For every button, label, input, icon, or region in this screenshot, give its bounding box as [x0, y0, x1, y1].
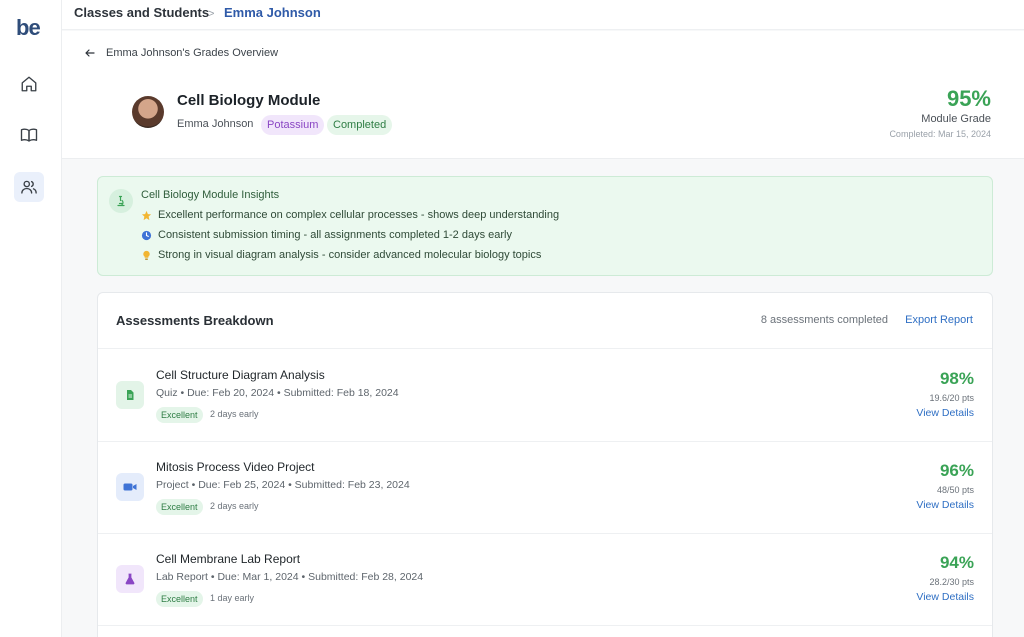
submission-timing: 2 days early	[210, 409, 259, 419]
potassium-badge: Potassium	[261, 115, 325, 135]
sidebar-item-courses[interactable]	[14, 120, 44, 150]
insights-panel: Cell Biology Module Insights Excellent p…	[97, 176, 993, 276]
assessment-points: 28.2/30 pts	[929, 577, 974, 587]
assessment-percent: 98%	[939, 369, 974, 388]
module-grade-label: Module Grade	[921, 113, 991, 125]
module-header: Emma Johnson's Grades Overview Cell Biol…	[62, 31, 1024, 159]
insight-text: Consistent submission timing - all assig…	[158, 229, 512, 241]
sidebar: be	[0, 0, 62, 637]
breadcrumb-separator: >	[208, 8, 215, 20]
assessments-header: Assessments Breakdown 8 assessments comp…	[98, 293, 992, 349]
users-icon	[21, 180, 37, 194]
assessments-count: 8 assessments completed	[760, 314, 888, 326]
assessment-points: 19.6/20 pts	[929, 393, 974, 403]
assessment-meta: Project • Due: Feb 25, 2024 • Submitted:…	[156, 479, 410, 491]
performance-badge: Excellent	[156, 591, 203, 607]
view-details-link[interactable]: View Details	[916, 499, 974, 511]
module-grade-value: 95%	[946, 86, 991, 111]
breadcrumb: Classes and Students > Emma Johnson	[62, 0, 1024, 30]
view-details-link[interactable]: View Details	[916, 591, 974, 603]
assessment-percent: 96%	[939, 461, 974, 480]
assessment-points: 48/50 pts	[936, 485, 974, 495]
home-icon	[21, 76, 37, 92]
assessment-title: Cell Structure Diagram Analysis	[156, 368, 325, 382]
insight-text: Strong in visual diagram analysis - cons…	[158, 249, 542, 261]
insight-item: Consistent submission timing - all assig…	[141, 229, 512, 241]
document-icon	[116, 381, 144, 409]
assessment-percent: 94%	[939, 553, 974, 572]
book-icon	[20, 128, 38, 142]
arrow-left-icon	[85, 49, 95, 57]
performance-badge: Excellent	[156, 499, 203, 515]
app-logo[interactable]: be	[16, 16, 41, 40]
breadcrumb-classes-link[interactable]: Classes and Students	[74, 5, 209, 21]
assessment-meta: Quiz • Due: Feb 20, 2024 • Submitted: Fe…	[156, 387, 399, 399]
avatar	[132, 96, 164, 128]
microscope-icon	[109, 189, 133, 213]
view-details-link[interactable]: View Details	[916, 407, 974, 419]
back-button[interactable]: Emma Johnson's Grades Overview	[84, 45, 278, 61]
table-row: Cell Structure Diagram Analysis Quiz • D…	[98, 350, 992, 442]
sidebar-item-home[interactable]	[14, 69, 44, 99]
star-icon	[141, 210, 152, 221]
submission-timing: 2 days early	[210, 501, 259, 511]
status-badge: Completed	[327, 115, 393, 135]
insight-item: Strong in visual diagram analysis - cons…	[141, 249, 541, 261]
page-title: Cell Biology Module	[177, 92, 321, 109]
table-row: Mitosis Process Video Project Project • …	[98, 442, 992, 534]
video-icon	[116, 473, 144, 501]
insights-title: Cell Biology Module Insights	[141, 189, 280, 201]
back-label: Emma Johnson's Grades Overview	[106, 47, 279, 59]
assessment-meta: Lab Report • Due: Mar 1, 2024 • Submitte…	[156, 571, 424, 583]
insight-text: Excellent performance on complex cellula…	[158, 209, 560, 221]
completed-date: Completed: Mar 15, 2024	[889, 129, 991, 139]
export-report-link[interactable]: Export Report	[905, 314, 973, 326]
lightbulb-icon	[141, 250, 152, 261]
insight-item: Excellent performance on complex cellula…	[141, 209, 559, 221]
sidebar-item-students[interactable]	[14, 172, 44, 202]
student-name: Emma Johnson	[177, 118, 254, 130]
flask-icon	[116, 565, 144, 593]
assessment-title: Cell Membrane Lab Report	[156, 552, 301, 566]
submission-timing: 1 day early	[210, 593, 255, 603]
clock-icon	[141, 230, 152, 241]
table-row: Cell Membrane Lab Report Lab Report • Du…	[98, 534, 992, 626]
performance-badge: Excellent	[156, 407, 203, 423]
assessments-card: Assessments Breakdown 8 assessments comp…	[97, 292, 993, 637]
assessment-title: Mitosis Process Video Project	[156, 460, 315, 474]
assessments-title: Assessments Breakdown	[116, 313, 274, 328]
breadcrumb-current: Emma Johnson	[224, 5, 321, 20]
